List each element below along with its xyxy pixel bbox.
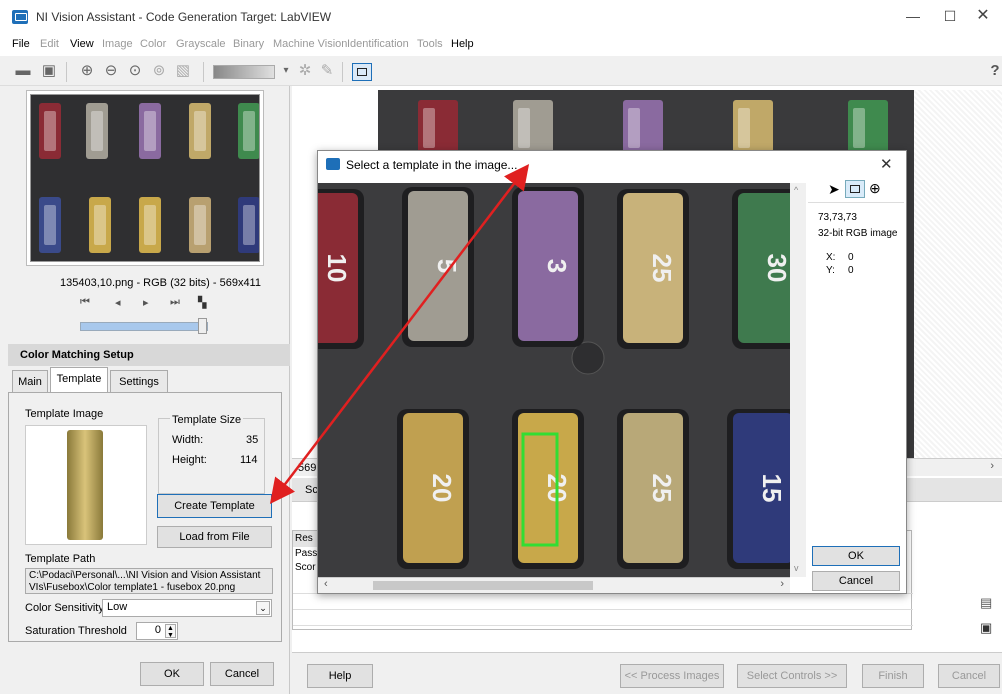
- annotation-arrow: [269, 164, 530, 504]
- arrow-line: [269, 164, 530, 504]
